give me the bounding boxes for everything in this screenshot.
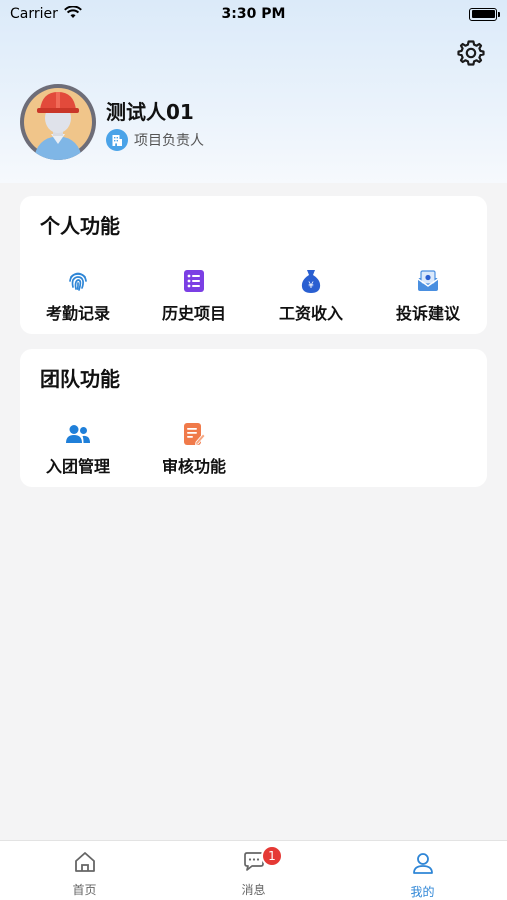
user-name: 测试人01: [106, 100, 194, 124]
salary-income-label: 工资收入: [278, 304, 343, 323]
building-icon: [106, 129, 128, 151]
complaints-suggestions-item[interactable]: 投诉建议: [370, 268, 486, 324]
fingerprint-icon: [65, 268, 91, 294]
tab-mine-label: 我的: [410, 885, 435, 899]
mail-icon: [415, 268, 441, 294]
attendance-record-label: 考勤记录: [45, 304, 110, 323]
role-label: 项目负责人: [134, 133, 204, 149]
list-icon: [181, 268, 207, 294]
history-projects-label: 历史项目: [161, 304, 226, 323]
unread-badge: 1: [261, 845, 283, 867]
tab-bar: 首页 消息 1 我的: [0, 840, 507, 900]
team-section-title: 团队功能: [40, 367, 120, 391]
settings-gear-icon[interactable]: [456, 38, 486, 68]
status-left: Carrier: [10, 4, 82, 23]
audit-function-item[interactable]: 审核功能: [136, 421, 252, 477]
tab-messages-label: 消息: [241, 883, 266, 897]
battery-icon: [469, 7, 500, 21]
tab-home[interactable]: 首页: [0, 841, 169, 900]
personal-functions-card: 个人功能 考勤记录 历史项目 ¥ 工资收入 投诉建议: [20, 196, 487, 334]
wifi-icon: [63, 4, 82, 23]
svg-text:¥: ¥: [308, 281, 314, 291]
team-icon: [65, 421, 91, 447]
team-join-management-item[interactable]: 入团管理: [20, 421, 136, 477]
complaints-suggestions-label: 投诉建议: [395, 304, 460, 323]
audit-icon: [181, 421, 207, 447]
carrier-label: Carrier: [10, 6, 58, 22]
team-functions-card: 团队功能 入团管理 审核功能: [20, 349, 487, 487]
personal-section-title: 个人功能: [40, 214, 120, 238]
audit-function-label: 审核功能: [161, 457, 226, 476]
attendance-record-item[interactable]: 考勤记录: [20, 268, 136, 324]
user-icon: [411, 851, 435, 879]
salary-income-item[interactable]: ¥ 工资收入: [253, 268, 369, 324]
tab-mine[interactable]: 我的: [338, 841, 507, 900]
tab-messages[interactable]: 消息 1: [169, 841, 338, 900]
avatar[interactable]: [20, 84, 96, 160]
history-projects-item[interactable]: 历史项目: [136, 268, 252, 324]
money-bag-icon: ¥: [298, 268, 324, 294]
role-row: 项目负责人: [106, 129, 204, 151]
home-icon: [73, 851, 97, 877]
team-join-management-label: 入团管理: [45, 457, 110, 476]
status-bar: Carrier 3:30 PM: [0, 0, 507, 28]
tab-home-label: 首页: [72, 883, 97, 897]
